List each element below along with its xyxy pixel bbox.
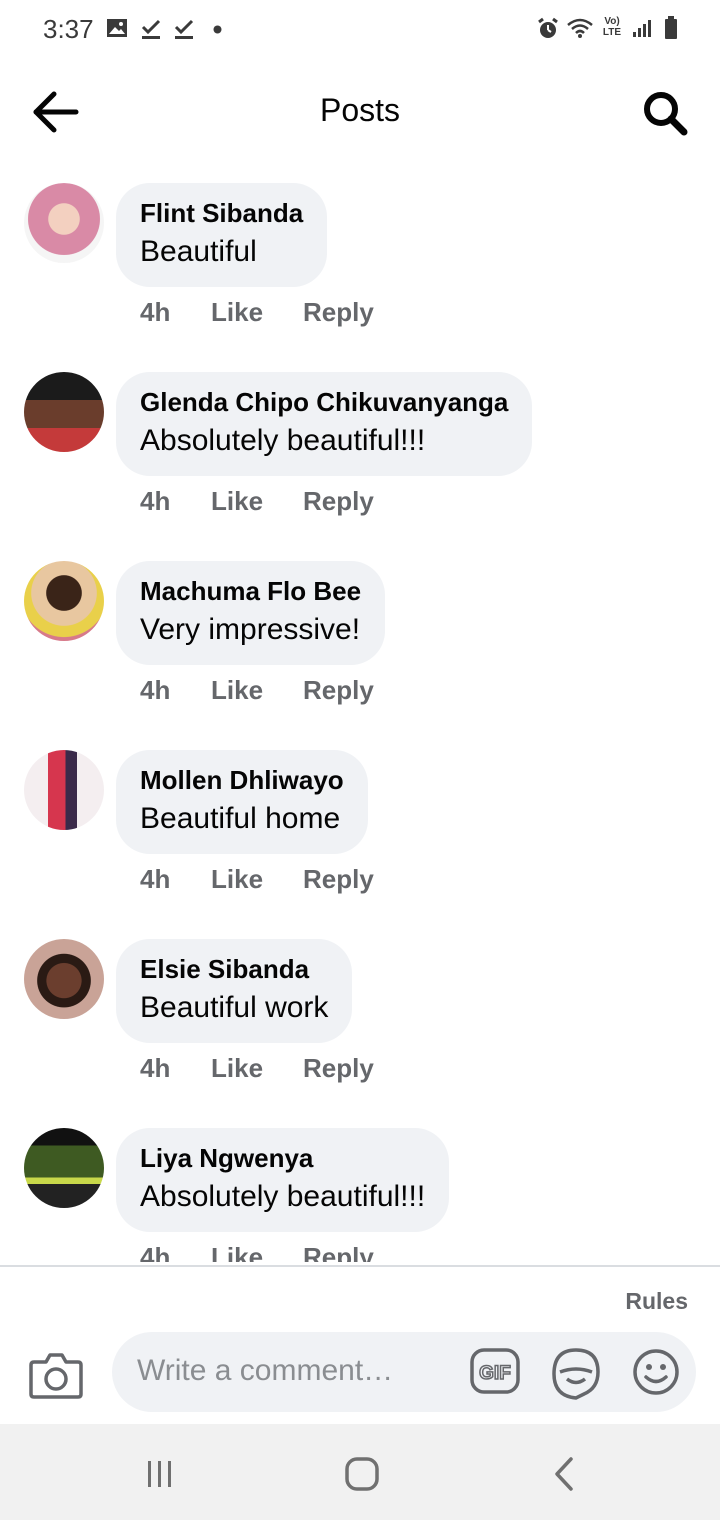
reply-button[interactable]: Reply: [303, 1053, 374, 1084]
comment-bubble[interactable]: Elsie Sibanda Beautiful work: [116, 939, 353, 1043]
download-done-icon: [174, 19, 194, 39]
download-done-icon: [141, 19, 161, 39]
comment-text: Beautiful work: [140, 991, 329, 1024]
wifi-icon: [567, 18, 593, 38]
comment-item: Elsie Sibanda Beautiful work 4h Like Rep…: [0, 926, 720, 1115]
reply-button[interactable]: Reply: [303, 297, 374, 328]
comment-time: 4h: [140, 864, 171, 894]
comment-list[interactable]: Flint Sibanda Beautiful 4h Like Reply Gl…: [0, 170, 720, 1262]
comment-author[interactable]: Machuma Flo Bee: [140, 575, 361, 607]
comment-time: 4h: [140, 1053, 171, 1083]
composer-divider: [0, 1265, 720, 1267]
comment-item: Flint Sibanda Beautiful 4h Like Reply: [0, 170, 720, 359]
comment-author[interactable]: Liya Ngwenya: [140, 1142, 425, 1174]
camera-icon[interactable]: [28, 1350, 84, 1400]
comment-text: Very impressive!: [140, 613, 361, 646]
avatar[interactable]: [24, 372, 104, 452]
comment-bubble[interactable]: Machuma Flo Bee Very impressive!: [116, 561, 386, 665]
comment-bubble[interactable]: Liya Ngwenya Absolutely beautiful!!!: [116, 1128, 450, 1232]
reply-button[interactable]: Reply: [303, 864, 374, 895]
gif-icon[interactable]: GIF: [470, 1346, 520, 1396]
comment-text: Beautiful: [140, 235, 257, 268]
rules-link[interactable]: Rules: [625, 1288, 688, 1315]
recent-apps-icon[interactable]: [140, 1454, 180, 1494]
like-button[interactable]: Like: [211, 1053, 263, 1084]
svg-text:GIF: GIF: [479, 1363, 511, 1384]
like-button[interactable]: Like: [211, 1242, 263, 1262]
comment-item: Glenda Chipo Chikuvanyanga Absolutely be…: [0, 359, 720, 548]
like-button[interactable]: Like: [211, 864, 263, 895]
comment-bubble[interactable]: Glenda Chipo Chikuvanyanga Absolutely be…: [116, 372, 533, 476]
status-bar: 3:37 Vo) LTE: [0, 0, 720, 60]
home-icon[interactable]: [342, 1454, 382, 1494]
comment-item: Liya Ngwenya Absolutely beautiful!!! 4h …: [0, 1115, 720, 1262]
search-icon[interactable]: [640, 88, 690, 138]
comment-author[interactable]: Mollen Dhliwayo: [140, 764, 344, 796]
comment-text: Beautiful home: [140, 802, 341, 835]
like-button[interactable]: Like: [211, 675, 263, 706]
emoji-icon[interactable]: [632, 1348, 680, 1396]
alarm-icon: [538, 17, 558, 38]
battery-icon: [665, 16, 677, 39]
comment-placeholder: Write a comment…: [137, 1354, 394, 1387]
comment-bubble[interactable]: Flint Sibanda Beautiful: [116, 183, 328, 287]
avatar[interactable]: [24, 1128, 104, 1208]
avatar[interactable]: [24, 939, 104, 1019]
comment-author[interactable]: Glenda Chipo Chikuvanyanga: [140, 386, 508, 418]
header: Posts: [0, 60, 720, 164]
status-time: 3:37: [43, 14, 94, 44]
gallery-icon: [107, 19, 127, 37]
comment-item: Mollen Dhliwayo Beautiful home 4h Like R…: [0, 737, 720, 926]
comment-time: 4h: [140, 486, 171, 516]
comment-text: Absolutely beautiful!!!: [140, 424, 426, 457]
notification-dot-icon: [213, 25, 222, 34]
reply-button[interactable]: Reply: [303, 1242, 374, 1262]
reply-button[interactable]: Reply: [303, 486, 374, 517]
back-nav-icon[interactable]: [545, 1454, 585, 1494]
avatar[interactable]: [24, 183, 104, 263]
comment-author[interactable]: Flint Sibanda: [140, 197, 303, 229]
comment-author[interactable]: Elsie Sibanda: [140, 953, 328, 985]
reply-button[interactable]: Reply: [303, 675, 374, 706]
comment-item: Machuma Flo Bee Very impressive! 4h Like…: [0, 548, 720, 737]
sticker-icon[interactable]: [550, 1346, 602, 1400]
comment-input[interactable]: Write a comment… GIF: [112, 1332, 696, 1412]
signal-icon: [633, 20, 651, 37]
comment-text: Absolutely beautiful!!!: [140, 1180, 426, 1213]
comment-time: 4h: [140, 675, 171, 705]
system-nav-bar: [0, 1424, 720, 1520]
page-title: Posts: [319, 92, 401, 128]
like-button[interactable]: Like: [211, 486, 263, 517]
avatar[interactable]: [24, 561, 104, 641]
avatar[interactable]: [24, 750, 104, 830]
lte-indicator: Vo) LTE: [602, 16, 622, 38]
like-button[interactable]: Like: [211, 297, 263, 328]
comment-time: 4h: [140, 1242, 171, 1262]
comment-bubble[interactable]: Mollen Dhliwayo Beautiful home: [116, 750, 368, 854]
comment-time: 4h: [140, 297, 171, 327]
